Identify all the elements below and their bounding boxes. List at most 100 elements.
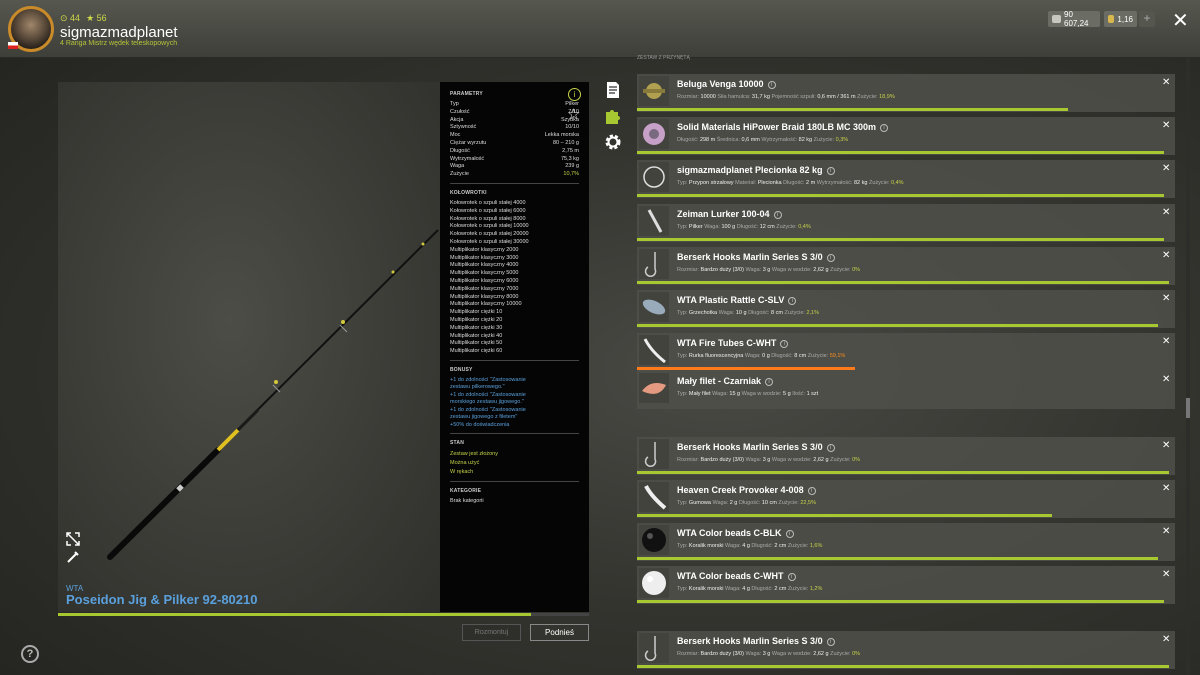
info-icon[interactable]: i [826,254,835,262]
item-name-text: Mały filet - Czarniak [677,376,762,386]
item-thumbnail [639,525,669,555]
state-heading: STAN [450,440,465,447]
reels-list: Kołowrotek o szpuli stałej 4000 Kołowrote… [450,200,579,356]
param-key: Sztywność [450,124,477,131]
expand-icon[interactable] [66,532,80,546]
remove-icon[interactable]: ✕ [1162,120,1170,131]
info-icon[interactable]: i [826,444,835,452]
detail-key: Waga: [745,651,763,657]
detail-value: Mały filet [688,391,711,397]
scrollbar[interactable] [1186,58,1190,675]
info-icon[interactable]: i [568,88,581,101]
reel-list-item: Kołowrotek o szpuli stałej 20000 [450,231,529,238]
param-row: Akcja Szybka [450,117,579,125]
detail-key: Zużycie: [830,651,853,657]
detail-value: 10 cm [761,500,777,506]
equipment-card[interactable]: Beluga Venga 10000 i Rozmiar: 10000 Siła h… [637,74,1175,112]
remove-icon[interactable]: ✕ [1162,634,1170,645]
equipment-card[interactable]: Heaven Creek Provoker 4-008 i Typ: Gumowa … [637,480,1175,518]
detail-value: Koralik morski [688,543,724,549]
equipment-card[interactable]: WTA Plastic Rattle C-SLV i Typ: Grzechotka… [637,290,1175,328]
equipment-card[interactable]: Mały filet - Czarniak i Typ: Mały filet Wa… [637,371,1175,409]
detail-value: 3 g [762,457,771,463]
info-icon[interactable]: i [787,573,796,581]
info-icon[interactable]: i [788,297,797,305]
equipment-card[interactable]: Berserk Hooks Marlin Series S 3/0 i Rozmia… [637,631,1175,669]
pickup-button[interactable]: Podnieś [530,624,589,641]
notes-icon[interactable] [603,80,623,100]
detail-value: Grzechotka [688,310,718,316]
remove-icon[interactable]: ✕ [1162,483,1170,494]
reel-icon [643,83,665,99]
item-thumbnail [639,162,669,192]
detail-key: Pojemność szpuli: [771,94,818,100]
detail-key: Zużycie: [857,94,880,100]
wear-bar [637,665,1169,668]
dismount-button[interactable]: Rozmontuj [462,624,521,641]
gear-icon[interactable] [603,132,623,152]
item-name: WTA Fire Tubes C-WHT i [677,338,789,348]
detail-value: 2 g [729,500,738,506]
remove-icon[interactable]: ✕ [1162,440,1170,451]
help-icon[interactable]: ? [21,645,39,663]
reel-list-item: Kołowrotek o szpuli stałej 4000 [450,199,526,206]
detail-value: 0% [852,267,861,273]
detail-value: 298 m [699,137,716,143]
info-icon[interactable]: i [767,81,776,89]
remove-icon[interactable]: ✕ [1162,207,1170,218]
detail-value: 0 g [762,353,770,359]
item-thumbnail [639,373,669,403]
remove-icon[interactable]: ✕ [1162,77,1170,88]
info-icon[interactable]: i [773,211,782,219]
info-icon[interactable]: i [785,530,794,538]
detail-key: Waga: [712,391,730,397]
silver-coin-icon [1052,15,1061,23]
favorite-star-icon[interactable]: ☆ [567,105,580,123]
info-icon[interactable]: i [826,167,835,175]
param-key: Czułość [450,108,470,115]
equipment-card[interactable]: Berserk Hooks Marlin Series S 3/0 i Rozmia… [637,247,1175,285]
info-icon[interactable]: i [826,638,835,646]
close-icon[interactable]: ✕ [1172,8,1189,33]
detail-key: Długość: [738,500,762,506]
equipment-card[interactable]: Solid Materials HiPower Braid 180LB MC 3… [637,117,1175,155]
reel-list-item: Multiplikator klasyczny 3000 [450,254,519,261]
remove-icon[interactable]: ✕ [1162,163,1170,174]
reel-list-item: Kołowrotek o szpuli stałej 30000 [450,238,529,245]
remove-icon[interactable]: ✕ [1162,293,1170,304]
equipment-card[interactable]: Zeiman Lurker 100-04 i Typ: Pilker Waga: 1… [637,204,1175,242]
remove-icon[interactable]: ✕ [1162,336,1170,347]
item-name-text: Heaven Creek Provoker 4-008 [677,485,804,495]
username: sigmazmadplanet [60,24,178,41]
equipment-card[interactable]: Berserk Hooks Marlin Series S 3/0 i Rozmia… [637,437,1175,475]
param-value: Lekka morska [544,132,579,139]
info-icon[interactable]: i [807,487,816,495]
remove-icon[interactable]: ✕ [1162,526,1170,537]
info-icon[interactable]: i [780,340,789,348]
item-name-text: WTA Color beads C-WHT [677,571,784,581]
stars-badge: ★ 56 [86,13,107,23]
scrollbar-thumb[interactable] [1186,398,1190,418]
reel-list-item: Multiplikator ciężki 40 [450,332,503,339]
brush-icon[interactable] [66,550,80,564]
remove-icon[interactable]: ✕ [1162,569,1170,580]
detail-value: Bardzo duży (3/0) [700,651,744,657]
detail-value: Przypon strzałowy [688,180,734,186]
equipment-card[interactable]: sigmazmadplanet Plecionka 82 kg i Typ: Prz… [637,160,1175,198]
remove-icon[interactable]: ✕ [1162,374,1170,385]
equipment-card[interactable]: WTA Color beads C-WHT i Typ: Koralik morsk… [637,566,1175,604]
info-icon[interactable]: i [880,124,889,132]
equipment-card[interactable]: WTA Color beads C-BLK i Typ: Koralik morsk… [637,523,1175,561]
add-currency-button[interactable]: + [1139,11,1155,27]
wear-bar [637,151,1164,154]
param-key: Moc [450,132,461,139]
detail-value: 100 g [721,224,736,230]
hook-icon [644,252,657,278]
info-icon[interactable]: i [765,378,774,386]
remove-icon[interactable]: ✕ [1162,250,1170,261]
black-bead-icon [642,528,666,552]
item-preview[interactable] [58,82,440,612]
puzzle-icon[interactable] [603,106,623,126]
reel-list-item: Kołowrotek o szpuli stałej 6000 [450,207,526,214]
equipment-card[interactable]: WTA Fire Tubes C-WHT i Typ: Rurka fluoresc… [637,333,1175,371]
